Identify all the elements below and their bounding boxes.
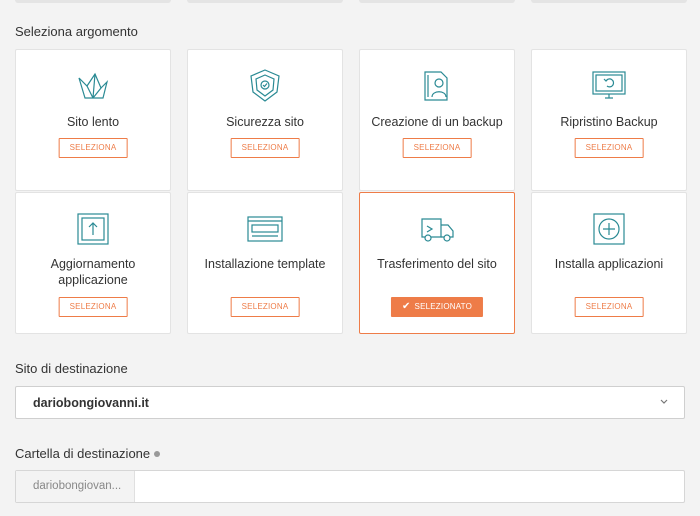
card-title: Ripristino Backup (560, 115, 658, 129)
select-button[interactable]: SELEZIONA (58, 297, 128, 317)
chevron-down-icon (660, 399, 668, 404)
topic-card-installa-applicazioni[interactable]: Installa applicazioni SELEZIONA (531, 192, 687, 334)
card-title: Creazione di un backup (371, 115, 503, 129)
topic-card-sicurezza-sito[interactable]: Sicurezza sito SELEZIONA (187, 49, 343, 191)
topic-card-installazione-template[interactable]: Installazione template SELEZIONA (187, 192, 343, 334)
selected-label: SELEZIONATO (414, 302, 473, 311)
card-title: Sito lento (66, 115, 120, 129)
checkmark-icon: ✔ (401, 301, 411, 312)
monitor-restore-icon (592, 71, 626, 99)
destination-folder-field[interactable]: dariobongiovan... (15, 470, 685, 503)
card-edge (531, 0, 687, 3)
card-edge (15, 0, 171, 3)
select-button[interactable]: SELEZIONA (58, 138, 128, 158)
destination-site-select[interactable]: dariobongiovanni.it (15, 386, 685, 419)
plus-box-icon (593, 213, 625, 245)
card-edge (187, 0, 343, 3)
destination-folder-label-row: Cartella di destinazione (15, 446, 161, 461)
destination-folder-prefix: dariobongiovan... (16, 471, 135, 502)
topic-card-ripristino-backup[interactable]: Ripristino Backup SELEZIONA (531, 49, 687, 191)
delivery-truck-icon (421, 218, 454, 242)
info-icon[interactable] (154, 450, 161, 457)
card-title: Installazione template (204, 257, 326, 271)
card-title: Installa applicazioni (554, 257, 664, 271)
topic-card-creazione-backup[interactable]: Creazione di un backup SELEZIONA (359, 49, 515, 191)
origami-bird-icon (78, 72, 109, 99)
shield-icon (250, 69, 280, 102)
select-button[interactable]: SELEZIONA (574, 297, 644, 317)
card-edge (359, 0, 515, 3)
section-heading: Seleziona argomento (15, 24, 138, 39)
card-title: Aggiornamento applicazione (50, 257, 136, 287)
selected-button[interactable]: ✔ SELEZIONATO (390, 297, 484, 317)
card-title: Sicurezza sito (226, 115, 304, 129)
select-button[interactable]: SELEZIONA (230, 297, 300, 317)
topic-card-trasferimento-sito[interactable]: Trasferimento del sito ✔ SELEZIONATO (359, 192, 515, 334)
template-layout-icon (247, 216, 283, 242)
select-button[interactable]: SELEZIONA (230, 138, 300, 158)
backup-user-icon (424, 71, 448, 101)
topic-card-aggiornamento-applicazione[interactable]: Aggiornamento applicazione SELEZIONA (15, 192, 171, 334)
destination-site-value: dariobongiovanni.it (33, 396, 149, 410)
card-title: Trasferimento del sito (377, 257, 497, 271)
select-button[interactable]: SELEZIONA (402, 138, 472, 158)
select-button[interactable]: SELEZIONA (574, 138, 644, 158)
destination-site-label: Sito di destinazione (15, 361, 128, 376)
destination-folder-label: Cartella di destinazione (15, 446, 151, 461)
upload-arrow-icon (77, 213, 109, 245)
top-card-edges (0, 0, 700, 4)
topic-card-sito-lento[interactable]: Sito lento SELEZIONA (15, 49, 171, 191)
